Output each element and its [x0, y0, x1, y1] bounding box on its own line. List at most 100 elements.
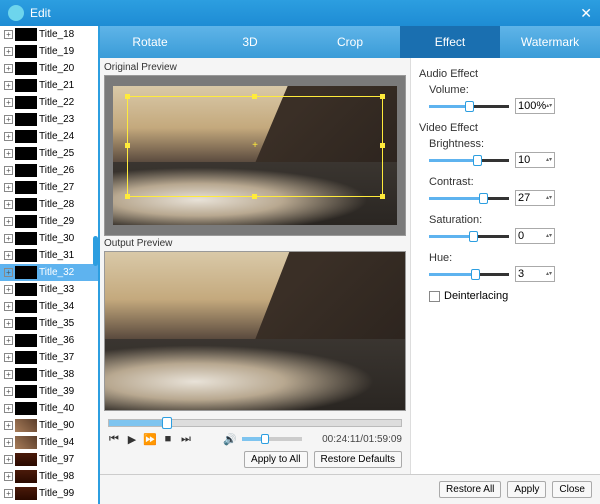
sidebar-item[interactable]: +Title_98	[0, 468, 98, 485]
expand-icon[interactable]: +	[4, 98, 13, 107]
seek-bar[interactable]	[108, 419, 402, 427]
tab-rotate[interactable]: Rotate	[100, 26, 200, 58]
sidebar-item[interactable]: +Title_40	[0, 400, 98, 417]
tab-3d[interactable]: 3D	[200, 26, 300, 58]
spinner-icon[interactable]: ▴▾	[546, 158, 552, 163]
sidebar-item[interactable]: +Title_20	[0, 60, 98, 77]
expand-icon[interactable]: +	[4, 472, 13, 481]
sidebar-item[interactable]: +Title_22	[0, 94, 98, 111]
crop-handle[interactable]	[380, 194, 385, 199]
sidebar-item[interactable]: +Title_99	[0, 485, 98, 502]
expand-icon[interactable]: +	[4, 30, 13, 39]
expand-icon[interactable]: +	[4, 217, 13, 226]
crop-center-icon[interactable]: +	[251, 142, 259, 150]
apply-button[interactable]: Apply	[507, 481, 546, 498]
sidebar-item[interactable]: +Title_18	[0, 26, 98, 43]
expand-icon[interactable]: +	[4, 149, 13, 158]
expand-icon[interactable]: +	[4, 183, 13, 192]
sidebar-item[interactable]: +Title_31	[0, 247, 98, 264]
expand-icon[interactable]: +	[4, 81, 13, 90]
expand-icon[interactable]: +	[4, 353, 13, 362]
expand-icon[interactable]: +	[4, 200, 13, 209]
sidebar-item[interactable]: +Title_38	[0, 366, 98, 383]
close-icon[interactable]: ✕	[580, 5, 592, 22]
sidebar-item[interactable]: +Title_19	[0, 43, 98, 60]
expand-icon[interactable]: +	[4, 489, 13, 498]
spinner-icon[interactable]: ▴▾	[546, 234, 552, 239]
sidebar-item[interactable]: +Title_37	[0, 349, 98, 366]
tab-watermark[interactable]: Watermark	[500, 26, 600, 58]
sidebar-item[interactable]: +Title_90	[0, 417, 98, 434]
tab-crop[interactable]: Crop	[300, 26, 400, 58]
sidebar-item[interactable]: +Title_27	[0, 179, 98, 196]
sidebar-item[interactable]: +Title_21	[0, 77, 98, 94]
crop-handle[interactable]	[125, 143, 130, 148]
saturation-slider[interactable]	[429, 235, 509, 238]
expand-icon[interactable]: +	[4, 47, 13, 56]
expand-icon[interactable]: +	[4, 370, 13, 379]
sidebar-item[interactable]: +Title_23	[0, 111, 98, 128]
hue-slider[interactable]	[429, 273, 509, 276]
expand-icon[interactable]: +	[4, 64, 13, 73]
sidebar-item[interactable]: +Title_24	[0, 128, 98, 145]
sidebar-item[interactable]: +Title_34	[0, 298, 98, 315]
spinner-icon[interactable]: ▴▾	[546, 196, 552, 201]
sidebar-item[interactable]: +Title_32	[0, 264, 98, 281]
deinterlace-checkbox[interactable]	[429, 291, 440, 302]
expand-icon[interactable]: +	[4, 285, 13, 294]
expand-icon[interactable]: +	[4, 421, 13, 430]
brightness-slider[interactable]	[429, 159, 509, 162]
spinner-icon[interactable]: ▴▾	[546, 272, 552, 277]
prev-icon[interactable]: ⏮	[108, 433, 120, 445]
expand-icon[interactable]: +	[4, 404, 13, 413]
sidebar-item[interactable]: +Title_97	[0, 451, 98, 468]
crop-handle[interactable]	[125, 94, 130, 99]
close-button[interactable]: Close	[552, 481, 592, 498]
sidebar-item[interactable]: +Title_26	[0, 162, 98, 179]
contrast-slider[interactable]	[429, 197, 509, 200]
title-sidebar[interactable]: +Title_18+Title_19+Title_20+Title_21+Tit…	[0, 26, 100, 504]
restore-all-button[interactable]: Restore All	[439, 481, 501, 498]
sidebar-item[interactable]: +Title_94	[0, 434, 98, 451]
sidebar-item[interactable]: +Title_33	[0, 281, 98, 298]
expand-icon[interactable]: +	[4, 115, 13, 124]
crop-handle[interactable]	[252, 94, 257, 99]
restore-defaults-button[interactable]: Restore Defaults	[314, 451, 402, 468]
apply-to-all-button[interactable]: Apply to All	[244, 451, 307, 468]
original-preview[interactable]: +	[104, 75, 406, 236]
sidebar-item[interactable]: +Title_28	[0, 196, 98, 213]
expand-icon[interactable]: +	[4, 387, 13, 396]
expand-icon[interactable]: +	[4, 319, 13, 328]
expand-icon[interactable]: +	[4, 336, 13, 345]
play-icon[interactable]: ▶	[126, 433, 138, 445]
expand-icon[interactable]: +	[4, 132, 13, 141]
expand-icon[interactable]: +	[4, 166, 13, 175]
volume-effect-slider[interactable]	[429, 105, 509, 108]
sidebar-item[interactable]: +Title_25	[0, 145, 98, 162]
saturation-value[interactable]: 0▴▾	[515, 228, 555, 244]
volume-value[interactable]: 100%▴▾	[515, 98, 555, 114]
expand-icon[interactable]: +	[4, 438, 13, 447]
brightness-value[interactable]: 10▴▾	[515, 152, 555, 168]
expand-icon[interactable]: +	[4, 234, 13, 243]
crop-handle[interactable]	[125, 194, 130, 199]
spinner-icon[interactable]: ▴▾	[546, 104, 552, 109]
sidebar-item[interactable]: +Title_36	[0, 332, 98, 349]
volume-icon[interactable]: 🔊	[224, 433, 236, 445]
sidebar-item[interactable]: +Title_30	[0, 230, 98, 247]
fast-forward-icon[interactable]: ⏩	[144, 433, 156, 445]
crop-handle[interactable]	[380, 94, 385, 99]
sidebar-item[interactable]: +Title_39	[0, 383, 98, 400]
sidebar-scrollbar[interactable]	[93, 236, 98, 266]
crop-box[interactable]: +	[127, 96, 383, 197]
contrast-value[interactable]: 27▴▾	[515, 190, 555, 206]
sidebar-item[interactable]: +Title_29	[0, 213, 98, 230]
crop-handle[interactable]	[380, 143, 385, 148]
expand-icon[interactable]: +	[4, 251, 13, 260]
stop-icon[interactable]: ■	[162, 433, 174, 445]
sidebar-item[interactable]: +Title_35	[0, 315, 98, 332]
expand-icon[interactable]: +	[4, 455, 13, 464]
expand-icon[interactable]: +	[4, 268, 13, 277]
tab-effect[interactable]: Effect	[400, 26, 500, 58]
expand-icon[interactable]: +	[4, 302, 13, 311]
